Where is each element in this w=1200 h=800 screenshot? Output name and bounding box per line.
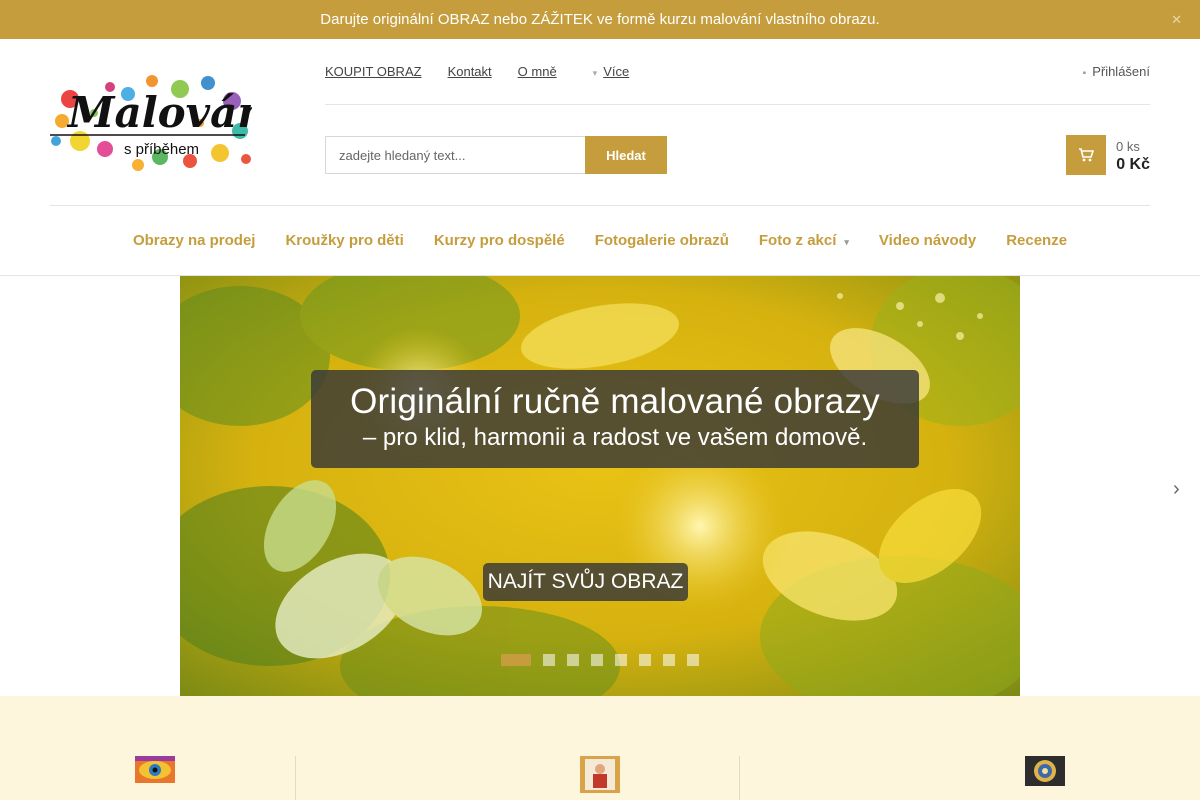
logo-title: Malování [66, 88, 252, 137]
slider-dot[interactable] [663, 654, 675, 666]
link-koupit-obraz[interactable]: KOUPIT OBRAZ [325, 64, 422, 79]
nav-foto-z-akci[interactable]: Foto z akcí ▾ [759, 232, 849, 249]
slider-pagination [501, 654, 711, 666]
nav-recenze[interactable]: Recenze [1006, 232, 1067, 249]
nav-obrazy-na-prodej[interactable]: Obrazy na prodej [133, 232, 256, 249]
close-icon[interactable]: ✕ [1171, 0, 1182, 39]
feature-band [0, 696, 1200, 800]
cart-total: 0 Kč [1116, 156, 1150, 173]
nav-foto-z-akci-label: Foto z akcí [758, 232, 837, 249]
divider [325, 104, 1150, 105]
nav-krouzky-pro-deti[interactable]: Kroužky pro děti [285, 232, 403, 249]
user-icon: ▪ [1082, 68, 1087, 79]
more-menu[interactable]: ▾ Více [593, 64, 630, 79]
divider [739, 756, 740, 800]
slider-dot[interactable] [543, 654, 555, 666]
slider-dot[interactable] [567, 654, 579, 666]
slider-dot[interactable] [591, 654, 603, 666]
slider-dot[interactable] [501, 654, 531, 666]
hero-subtitle: – pro klid, harmonii a radost ve vašem d… [362, 424, 868, 451]
search-button[interactable]: Hledat [585, 136, 667, 174]
hero-title: Originální ručně malované obrazy [350, 382, 880, 421]
main-nav: Obrazy na prodej Kroužky pro děti Kurzy … [0, 206, 1200, 275]
site-logo[interactable]: Malování s příběhem [50, 69, 288, 175]
hero-caption: Originální ručně malované obrazy – pro k… [311, 370, 919, 468]
top-links: KOUPIT OBRAZ Kontakt O mně ▾ Více [325, 64, 655, 79]
more-label: Více [603, 64, 630, 79]
cart-count: 0 ks [1116, 139, 1140, 154]
login-label: Přihlášení [1092, 64, 1150, 79]
announcement-bar: Darujte originální OBRAZ nebo ZÁŽITEK ve… [0, 0, 1200, 39]
logo-subtitle: s příběhem [124, 141, 199, 158]
announcement-text: Darujte originální OBRAZ nebo ZÁŽITEK ve… [320, 11, 880, 28]
site-header: Malování s příběhem KOUPIT OBRAZ Kontakt O… [0, 39, 1200, 275]
slider-dot[interactable] [687, 654, 699, 666]
link-kontakt[interactable]: Kontakt [448, 64, 492, 79]
feature-thumbnail-portrait[interactable] [580, 756, 620, 798]
chevron-down-icon: ▾ [592, 68, 598, 78]
nav-video-navody[interactable]: Video návody [879, 232, 976, 249]
nav-kurzy-pro-dospele[interactable]: Kurzy pro dospělé [434, 232, 565, 249]
cart-icon[interactable] [1066, 135, 1106, 175]
find-painting-button[interactable]: NAJÍT SVŮJ OBRAZ [483, 563, 688, 601]
link-o-mne[interactable]: O mně [518, 64, 557, 79]
search-form: Hledat [325, 136, 667, 174]
login-link[interactable]: ▪ Přihlášení [1083, 64, 1150, 79]
hero-slider[interactable]: Originální ručně malované obrazy – pro k… [180, 276, 1020, 696]
hero-image [180, 276, 1020, 696]
chevron-right-icon[interactable]: › [1173, 478, 1180, 501]
chevron-down-icon: ▾ [844, 237, 849, 247]
slider-dot[interactable] [639, 654, 651, 666]
search-input[interactable] [325, 136, 585, 174]
feature-thumbnail-eye[interactable] [135, 756, 175, 788]
divider [295, 756, 296, 800]
feature-thumbnail-mandala[interactable] [1025, 756, 1065, 791]
slider-dot[interactable] [615, 654, 627, 666]
nav-fotogalerie-obrazu[interactable]: Fotogalerie obrazů [595, 232, 729, 249]
cart-widget[interactable]: 0 ks 0 Kč [1066, 135, 1150, 175]
